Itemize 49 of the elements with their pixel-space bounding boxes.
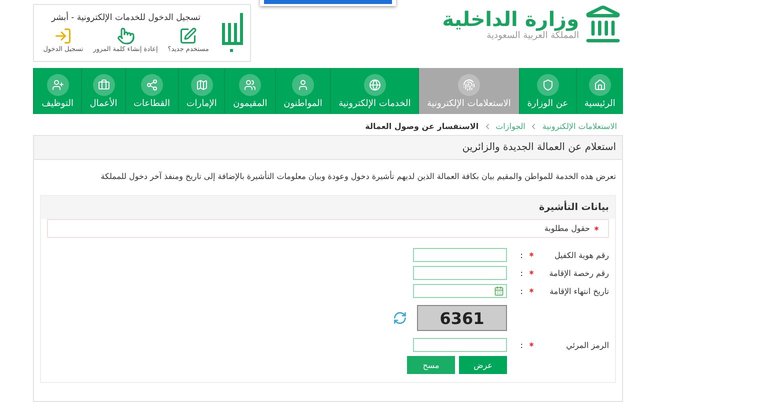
nav-tab[interactable]: المواطنون xyxy=(274,68,330,114)
breadcrumb-link[interactable]: الجوازات xyxy=(496,122,526,131)
required-icon xyxy=(593,225,600,232)
nav-tab[interactable]: الإمارات xyxy=(178,68,224,114)
nav-tab[interactable]: الخدمات الإلكترونية xyxy=(330,68,418,114)
logo-icon xyxy=(220,11,246,55)
person-icon xyxy=(296,78,309,90)
globe-icon xyxy=(368,78,381,90)
briefcase-icon xyxy=(98,78,110,90)
nav-tab[interactable]: الاستعلامات الإلكترونية xyxy=(418,68,519,114)
breadcrumb-link[interactable]: الاستفسار عن وصول العمالة xyxy=(365,122,479,131)
edit-icon xyxy=(179,27,198,45)
login-icon xyxy=(54,27,72,45)
field-label: الرمز المرئي xyxy=(565,340,609,350)
field-label: رقم هوية الكفيل xyxy=(553,250,609,260)
required-note: حقول مطلوبة xyxy=(544,224,590,233)
emblem-icon xyxy=(542,78,554,90)
input-field[interactable] xyxy=(413,338,507,352)
input-field[interactable] xyxy=(413,248,507,262)
map-icon xyxy=(196,78,208,90)
nav-tab[interactable]: القطاعات xyxy=(124,68,178,114)
clear-button[interactable]: مسح xyxy=(407,356,455,374)
fingerprint-icon xyxy=(462,78,475,90)
date-field[interactable] xyxy=(413,284,507,298)
refresh-icon[interactable] xyxy=(393,311,407,325)
home-icon xyxy=(594,78,606,90)
label-colon: : xyxy=(521,340,523,350)
label-colon: : xyxy=(521,268,523,278)
pointer-icon xyxy=(116,27,135,45)
ministry-name: وزارة الداخلية xyxy=(442,7,579,31)
label-colon: : xyxy=(521,286,523,296)
nav-tab[interactable]: الأعمال xyxy=(81,68,125,114)
country-name: المملكة العربية السعودية xyxy=(486,31,579,41)
breadcrumb-link[interactable]: الاستعلامات الإلكترونية xyxy=(542,122,617,131)
label-colon: : xyxy=(521,250,523,260)
network-icon xyxy=(146,78,158,90)
panel-description: تعرض هذه الخدمة للمواطن والمقيم بيان بكافة العمالة الذين لديهم تأشيرة دخول وعودة وبيان معلومات التأشيرة بالإضافة إلى تاريخ ومنفذ آخر دخول للمملكة xyxy=(100,170,617,183)
input-field[interactable] xyxy=(413,266,507,280)
field-label: تاريخ انتهاء الإقامة xyxy=(548,286,609,296)
calendar-icon[interactable] xyxy=(494,286,504,296)
nav-tab[interactable]: الرئيسية xyxy=(576,68,623,114)
submit-button[interactable]: عرض xyxy=(459,356,507,374)
captcha-image: 6361 xyxy=(417,305,507,331)
nav-tab[interactable]: التوظيف xyxy=(33,68,82,114)
panel-title: استعلام عن العمالة الجديدة والزائرين xyxy=(34,136,622,160)
field-label: رقم رخصة الإقامة xyxy=(548,268,609,278)
form-title: بيانات التأشيرة xyxy=(41,196,615,219)
nav-tab[interactable]: المقيمون xyxy=(224,68,275,114)
login-title: تسجيل الدخول للخدمات الإلكترونية - أبشر xyxy=(51,13,201,23)
